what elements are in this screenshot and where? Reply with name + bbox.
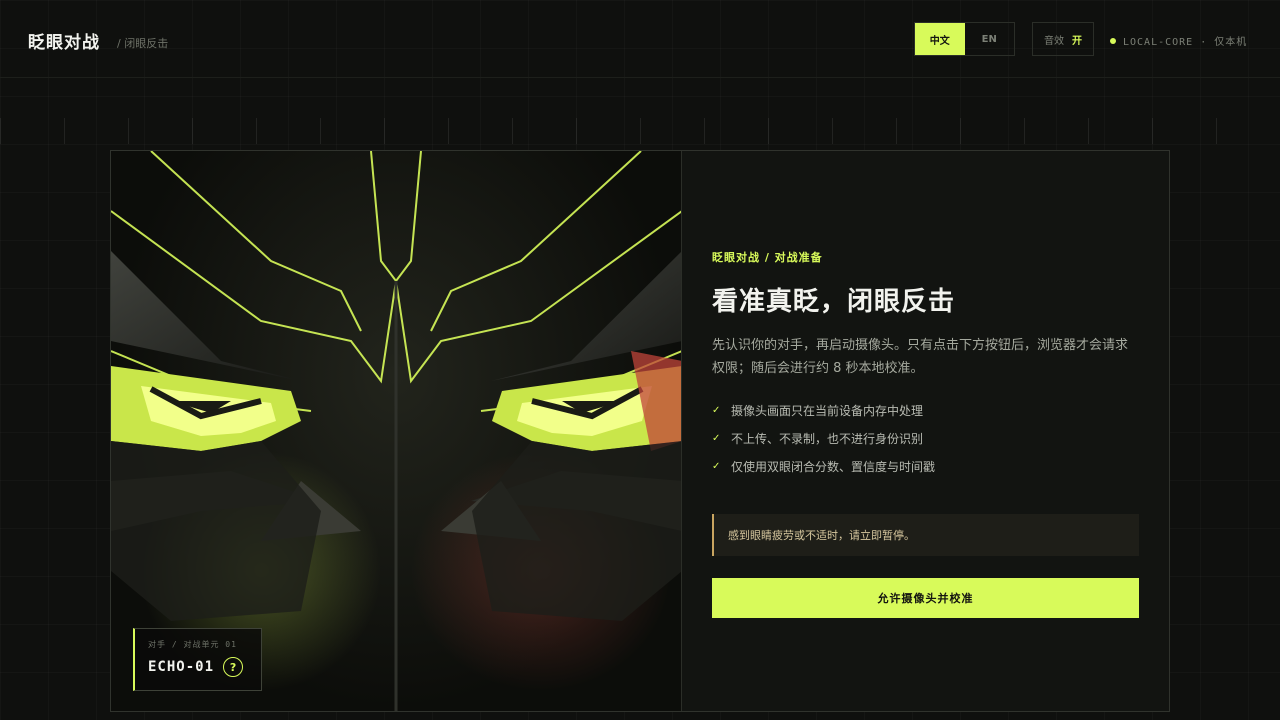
status-text: LOCAL-CORE · 仅本机 [1123, 37, 1248, 48]
check-icon: ✓ [712, 432, 721, 444]
connection-status: LOCAL-CORE · 仅本机 [1110, 33, 1247, 48]
fatigue-warning: 感到眼睛疲劳或不适时，请立即暂停。 [712, 514, 1139, 556]
prep-panel: 眨眼对战 / 对战准备 看准真眨，闭眼反击 先认识你的对手，再启动摄像头。只有点… [682, 151, 1169, 711]
privacy-checklist: ✓ 摄像头画面只在当前设备内存中处理 ✓ 不上传、不录制，也不进行身份识别 ✓ … [712, 396, 1139, 480]
battle-prep-card: 对手 / 对战单元 01 ECHO-01 ? 眨眼对战 / 对战准备 看准真眨，… [110, 150, 1170, 712]
page-title: 看准真眨，闭眼反击 [712, 287, 956, 317]
opponent-name: ECHO-01 [148, 659, 215, 675]
checklist-text: 仅使用双眼闭合分数、置信度与时间戳 [731, 459, 936, 474]
brand-title: 眨眼对战 [28, 33, 100, 53]
language-option-zh[interactable]: 中文 [915, 23, 965, 55]
opponent-artwork: 对手 / 对战单元 01 ECHO-01 ? [111, 151, 682, 711]
panel-breadcrumb: 眨眼对战 / 对战准备 [712, 251, 823, 264]
opponent-tag: 对手 / 对战单元 01 ECHO-01 ? [133, 628, 262, 691]
sound-toggle[interactable]: 音效 开 [1032, 22, 1094, 56]
background-ruler [0, 118, 1280, 144]
robot-eyes-illustration [111, 151, 681, 711]
sound-label: 音效 [1044, 35, 1064, 47]
help-icon[interactable]: ? [223, 657, 244, 677]
checklist-text: 摄像头画面只在当前设备内存中处理 [731, 403, 924, 418]
breadcrumb: / 闭眼反击 [117, 37, 169, 50]
allow-camera-button[interactable]: 允许摄像头并校准 [712, 578, 1139, 618]
status-dot-icon [1110, 37, 1116, 44]
checklist-item: ✓ 摄像头画面只在当前设备内存中处理 [712, 396, 1139, 424]
checklist-text: 不上传、不录制，也不进行身份识别 [731, 431, 924, 446]
opponent-label: 对手 / 对战单元 01 [148, 640, 237, 649]
checklist-item: ✓ 不上传、不录制，也不进行身份识别 [712, 424, 1139, 452]
checklist-item: ✓ 仅使用双眼闭合分数、置信度与时间戳 [712, 452, 1139, 480]
description: 先认识你的对手，再启动摄像头。只有点击下方按钮后，浏览器才会请求权限；随后会进行… [712, 338, 1129, 376]
language-option-en[interactable]: EN [965, 23, 1015, 55]
check-icon: ✓ [712, 404, 721, 416]
check-icon: ✓ [712, 460, 721, 472]
top-bar: 眨眼对战 / 闭眼反击 中文 EN 音效 开 LOCAL-CORE · 仅本机 [0, 0, 1280, 78]
language-switch: 中文 EN [914, 22, 1015, 56]
sound-state: 开 [1072, 35, 1082, 47]
